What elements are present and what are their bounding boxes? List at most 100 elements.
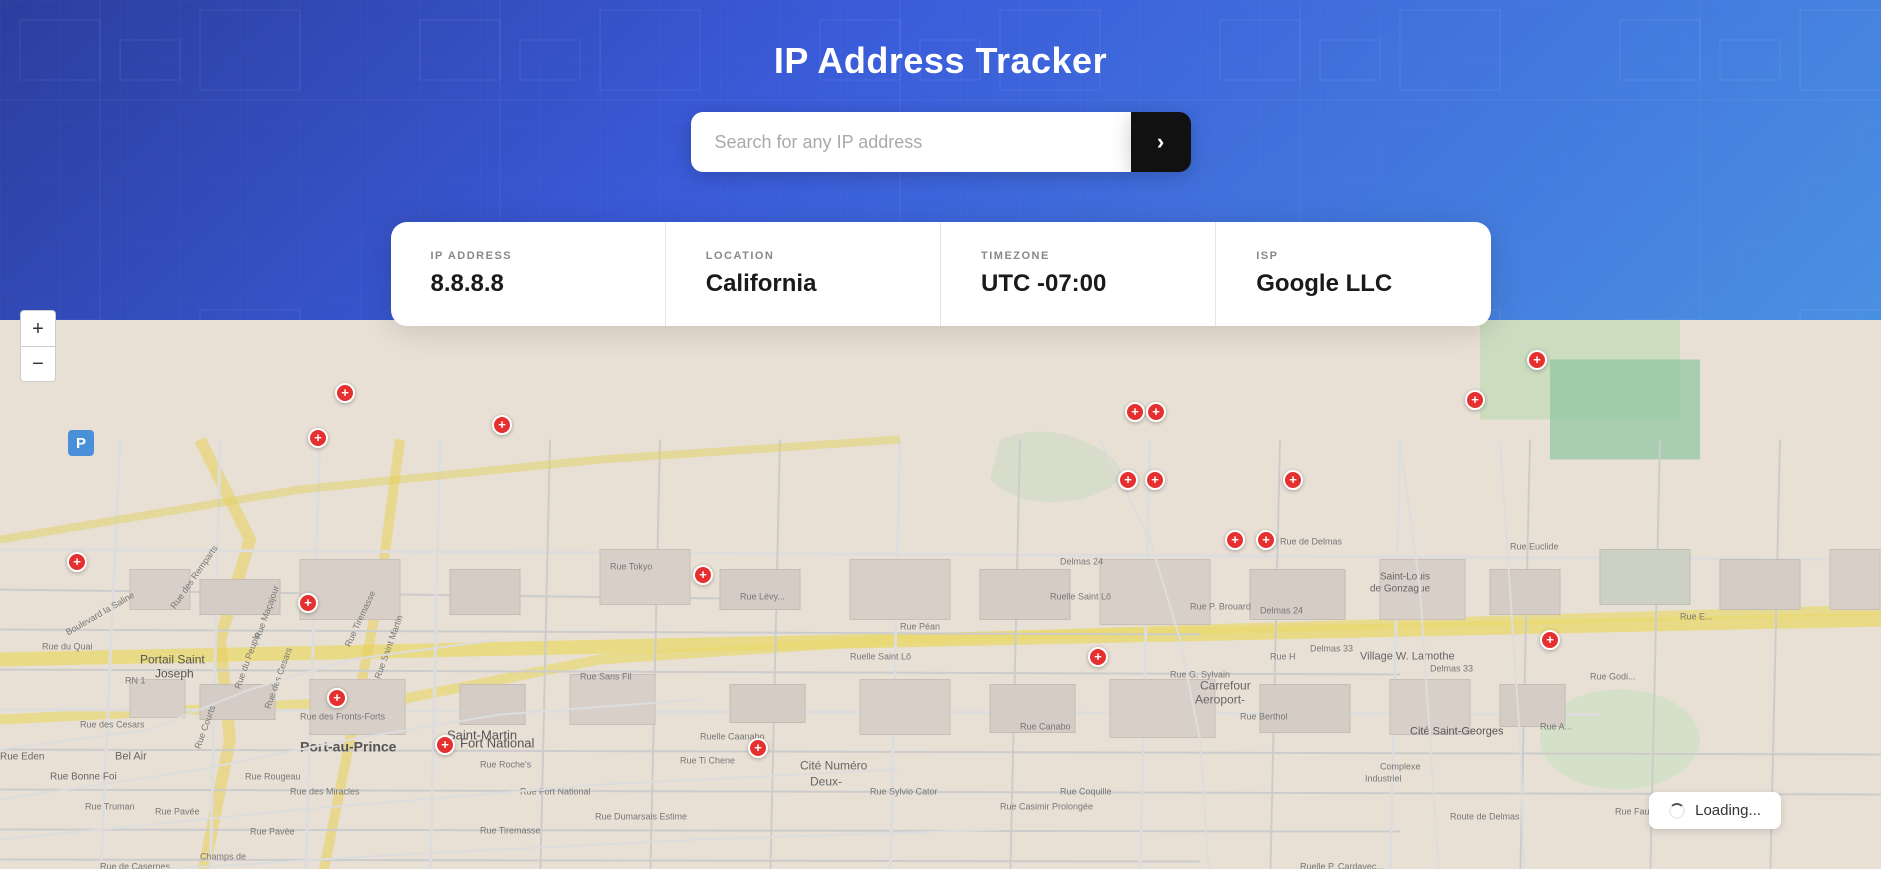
svg-text:Cité Saint-Georges: Cité Saint-Georges: [1410, 726, 1504, 738]
svg-text:Rue P. Brouard: Rue P. Brouard: [1190, 602, 1251, 612]
map-marker-dot-9: +: [1256, 530, 1276, 550]
search-bar: ›: [691, 112, 1191, 172]
zoom-in-button[interactable]: +: [20, 310, 56, 346]
info-label-0: IP ADDRESS: [431, 250, 625, 262]
svg-text:Delmas 24: Delmas 24: [1260, 606, 1303, 616]
svg-text:Rue Pavée: Rue Pavée: [155, 807, 200, 817]
svg-text:Ruelle Saint Lô: Ruelle Saint Lô: [1050, 592, 1111, 602]
map-marker-8[interactable]: +: [1225, 530, 1245, 550]
map-marker-19[interactable]: +: [1540, 630, 1560, 650]
svg-text:Rue Sans Fil: Rue Sans Fil: [580, 672, 632, 682]
svg-text:Rue Pavée: Rue Pavée: [250, 827, 295, 837]
svg-text:Rue Berthol: Rue Berthol: [1240, 712, 1288, 722]
map-marker-2[interactable]: +: [308, 428, 328, 448]
map-marker-9[interactable]: +: [1256, 530, 1276, 550]
map-marker-dot-4: +: [1145, 470, 1165, 490]
search-input[interactable]: [691, 112, 1131, 172]
info-section-1: LOCATION California: [666, 222, 941, 326]
map-marker-15[interactable]: +: [435, 735, 455, 755]
search-button[interactable]: ›: [1131, 112, 1191, 172]
map-marker-dot-16: +: [748, 738, 768, 758]
svg-text:Rue des Cesars: Rue des Cesars: [80, 720, 145, 730]
map-svg: Port-au-Prince Fort National Cité Numéro…: [0, 260, 1881, 869]
info-section-3: ISP Google LLC: [1216, 222, 1490, 326]
map-marker-dot-1: +: [492, 415, 512, 435]
map-marker-12[interactable]: +: [693, 565, 713, 585]
svg-text:Aeroport-: Aeroport-: [1195, 693, 1245, 707]
map-marker-6[interactable]: +: [1125, 402, 1145, 422]
map-marker-17[interactable]: +: [1527, 350, 1547, 370]
map-marker-dot-7: +: [1146, 402, 1166, 422]
svg-text:de Gonzague: de Gonzague: [1370, 584, 1430, 595]
map-marker-dot-0: +: [335, 383, 355, 403]
map-marker-dot-19: +: [1540, 630, 1560, 650]
zoom-controls: + −: [20, 310, 56, 382]
map-marker-dot-8: +: [1225, 530, 1245, 550]
map-marker-dot-15: +: [435, 735, 455, 755]
map-marker-4[interactable]: +: [1145, 470, 1165, 490]
svg-text:Rue Tiremasse: Rue Tiremasse: [480, 826, 541, 836]
svg-text:Rue Dumarsais Estime: Rue Dumarsais Estime: [595, 812, 687, 822]
map-marker-16[interactable]: +: [748, 738, 768, 758]
svg-text:Rue Truman: Rue Truman: [85, 802, 135, 812]
svg-text:Carrefour: Carrefour: [1200, 679, 1251, 693]
svg-text:Rue Euclide: Rue Euclide: [1510, 542, 1559, 552]
info-section-0: IP ADDRESS 8.8.8.8: [391, 222, 666, 326]
info-value-2: UTC -07:00: [981, 270, 1175, 298]
map-marker-dot-2: +: [308, 428, 328, 448]
svg-text:RN 1: RN 1: [125, 676, 146, 686]
svg-text:Rue E...: Rue E...: [1680, 612, 1713, 622]
info-label-3: ISP: [1256, 250, 1450, 262]
info-value-0: 8.8.8.8: [431, 270, 625, 298]
spinner-icon: [1669, 803, 1685, 819]
map-marker-18[interactable]: +: [1465, 390, 1485, 410]
info-card: IP ADDRESS 8.8.8.8 LOCATION California T…: [391, 222, 1491, 326]
map-marker-1[interactable]: +: [492, 415, 512, 435]
svg-text:Complexe: Complexe: [1380, 762, 1421, 772]
svg-text:Village W. Lamothe: Village W. Lamothe: [1360, 651, 1455, 663]
svg-text:Rue Coquille: Rue Coquille: [1060, 787, 1112, 797]
map-marker-dot-13: +: [1088, 647, 1108, 667]
arrow-icon: ›: [1157, 129, 1164, 155]
map-marker-0[interactable]: +: [335, 383, 355, 403]
map-marker-dot-6: +: [1125, 402, 1145, 422]
svg-text:Saint-Martin: Saint-Martin: [447, 728, 517, 743]
svg-text:Rue des Miracles: Rue des Miracles: [290, 787, 360, 797]
svg-text:Rue des Fronts-Forts: Rue des Fronts-Forts: [300, 712, 386, 722]
map-marker-11[interactable]: +: [298, 593, 318, 613]
map-marker-dot-11: +: [298, 593, 318, 613]
svg-text:Deux-: Deux-: [810, 775, 842, 789]
loading-indicator: Loading...: [1649, 792, 1781, 829]
svg-text:Delmas 33: Delmas 33: [1430, 664, 1473, 674]
svg-text:Rue Canabo: Rue Canabo: [1020, 722, 1071, 732]
svg-text:Rue H: Rue H: [1270, 652, 1296, 662]
info-label-2: TIMEZONE: [981, 250, 1175, 262]
svg-text:Rue A...: Rue A...: [1540, 722, 1572, 732]
svg-text:Delmas 24: Delmas 24: [1060, 557, 1103, 567]
svg-text:Rue Lévy...: Rue Lévy...: [740, 592, 785, 602]
svg-text:Ruelle Saint Lô: Ruelle Saint Lô: [850, 652, 911, 662]
map-marker-14[interactable]: +: [327, 688, 347, 708]
map-marker-5[interactable]: +: [1283, 470, 1303, 490]
svg-text:Cité Numéro: Cité Numéro: [800, 759, 868, 773]
svg-text:Portail Saint: Portail Saint: [140, 653, 205, 667]
info-value-1: California: [706, 270, 900, 298]
map-marker-dot-17: +: [1527, 350, 1547, 370]
svg-text:Rue Tokyo: Rue Tokyo: [610, 562, 652, 572]
svg-text:Ruelle P. Cardavec...: Ruelle P. Cardavec...: [1300, 862, 1384, 869]
zoom-out-button[interactable]: −: [20, 346, 56, 382]
svg-text:Rue Ti Chene: Rue Ti Chene: [680, 756, 735, 766]
svg-text:Saint-Louis: Saint-Louis: [1380, 572, 1430, 583]
map-marker-3[interactable]: +: [1118, 470, 1138, 490]
map-marker-dot-3: +: [1118, 470, 1138, 490]
map-marker-13[interactable]: +: [1088, 647, 1108, 667]
map-marker-10[interactable]: +: [67, 552, 87, 572]
svg-text:Rue du Quai: Rue du Quai: [42, 642, 93, 652]
page-title: IP Address Tracker: [774, 40, 1107, 82]
svg-text:Rue Sylvio Cator: Rue Sylvio Cator: [870, 787, 938, 797]
svg-text:Delmas 33: Delmas 33: [1310, 644, 1353, 654]
svg-text:Bel Air: Bel Air: [115, 751, 147, 763]
svg-text:Rue de Delmas: Rue de Delmas: [1280, 537, 1343, 547]
map-marker-7[interactable]: +: [1146, 402, 1166, 422]
map-marker-dot-18: +: [1465, 390, 1485, 410]
